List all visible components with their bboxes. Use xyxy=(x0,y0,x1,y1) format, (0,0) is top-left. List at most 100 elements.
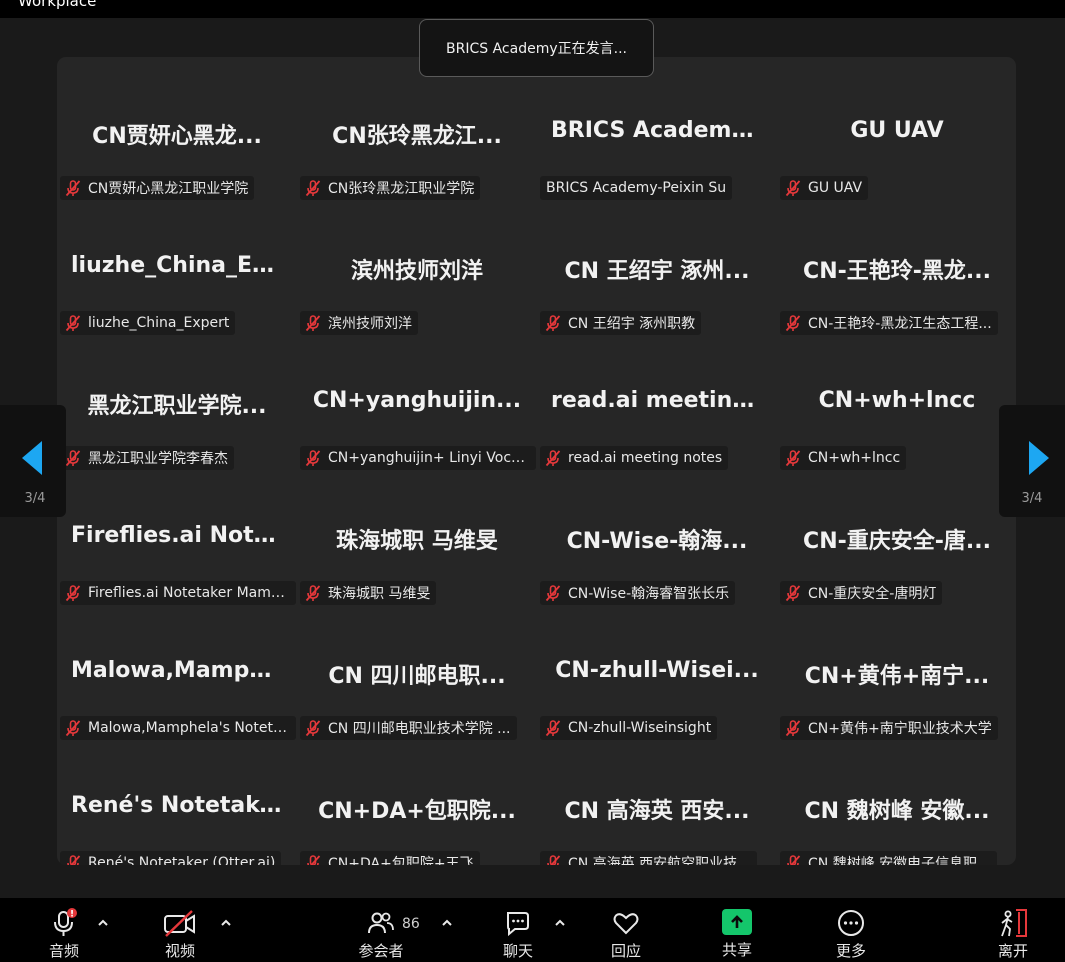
participant-tile[interactable]: 黑龙江职业学院... 黑龙江职业学院李春杰 xyxy=(57,338,297,473)
participant-tile[interactable]: CN 高海英 西安... CN 高海英 西安航空职业技... xyxy=(537,743,777,865)
participant-name: CN-重庆安全-唐明灯 xyxy=(808,586,937,602)
participant-tile[interactable]: Fireflies.ai Note... Fireflies.ai Notetak… xyxy=(57,473,297,608)
video-options-caret-icon[interactable] xyxy=(219,916,233,930)
participant-tile[interactable]: 滨州技师刘洋 滨州技师刘洋 xyxy=(297,203,537,338)
participant-tile[interactable]: read.ai meeting... read.ai meeting notes xyxy=(537,338,777,473)
mic-muted-icon xyxy=(65,450,81,467)
share-up-icon xyxy=(722,909,752,935)
mic-muted-icon xyxy=(545,315,561,332)
participant-tile[interactable]: GU UAV GU UAV xyxy=(777,68,1016,203)
participant-display-name: CN+yanghuijin... xyxy=(312,388,522,413)
next-page-button[interactable]: 3/4 xyxy=(999,405,1065,517)
more-button[interactable]: 更多 xyxy=(821,908,881,961)
participant-name: Malowa,Mamphela's Noteta... xyxy=(88,720,290,736)
participant-tile[interactable]: CN-重庆安全-唐... CN-重庆安全-唐明灯 xyxy=(777,473,1016,608)
participant-count: 86 xyxy=(402,916,420,932)
mic-muted-icon: ! xyxy=(54,908,77,936)
participant-name-tag: Fireflies.ai Notetaker Mamp... xyxy=(60,581,296,605)
participant-tile[interactable]: Malowa,Mamph... Malowa,Mamphela's Noteta.… xyxy=(57,608,297,743)
participant-name-tag: CN-zhull-Wiseinsight xyxy=(540,716,718,740)
participant-name-tag: CN 魏树峰 安徽电子信息职... xyxy=(780,851,997,865)
participant-display-name: CN+wh+lncc xyxy=(818,388,976,413)
mic-muted-icon xyxy=(65,585,81,602)
mic-muted-icon xyxy=(305,450,321,467)
participant-tile[interactable]: CN张玲黑龙江... CN张玲黑龙江职业学院 xyxy=(297,68,537,203)
mic-muted-icon xyxy=(305,585,321,602)
leave-label: 离开 xyxy=(997,942,1028,960)
participant-display-name: BRICS Academy... xyxy=(551,118,769,143)
participant-tile[interactable]: CN贾妍心黑龙... CN贾妍心黑龙江职业学院 xyxy=(57,68,297,203)
reactions-button[interactable]: 回应 xyxy=(596,908,656,961)
participant-display-name: CN张玲黑龙江... xyxy=(332,124,502,149)
mic-muted-icon xyxy=(785,450,801,467)
participant-name: 珠海城职 马维旻 xyxy=(328,586,431,602)
participant-tile[interactable]: CN+黄伟+南宁... CN+黄伟+南宁职业技术大学 xyxy=(777,608,1016,743)
participant-display-name: 黑龙江职业学院... xyxy=(87,394,267,419)
participant-name: CN-Wise-翰海睿智张长乐 xyxy=(568,586,730,602)
participant-display-name: Malowa,Mamph... xyxy=(71,658,291,683)
participant-name-tag: CN张玲黑龙江职业学院 xyxy=(300,176,481,200)
participant-display-name: René's Notetake... xyxy=(71,793,297,818)
participant-tile[interactable]: René's Notetake... René's Notetaker (Otte… xyxy=(57,743,297,865)
participant-name: CN+黄伟+南宁职业技术大学 xyxy=(808,721,992,737)
participant-display-name: CN 魏树峰 安徽... xyxy=(804,799,990,824)
participant-tile[interactable]: CN-王艳玲-黑龙... CN-王艳玲-黑龙江生态工程... xyxy=(777,203,1016,338)
participant-tile[interactable]: liuzhe_China_Ex... liuzhe_China_Expert xyxy=(57,203,297,338)
mic-muted-icon xyxy=(787,855,801,865)
participant-display-name: CN+黄伟+南宁... xyxy=(804,664,990,689)
participant-display-name: Fireflies.ai Note... xyxy=(71,523,294,548)
participant-display-name: CN-zhull-Wisei... xyxy=(555,658,759,683)
participant-name-tag: CN 王绍宇 涿州职教 xyxy=(540,311,702,335)
participant-tile[interactable]: BRICS Academy... BRICS Academy-Peixin Su xyxy=(537,68,777,203)
participant-name: CN 高海英 西安航空职业技... xyxy=(568,856,751,865)
participant-name: CN贾妍心黑龙江职业学院 xyxy=(88,181,249,197)
video-label: 视频 xyxy=(164,942,195,960)
audio-button[interactable]: ! 音频 xyxy=(34,908,94,961)
mic-muted-icon xyxy=(545,720,561,737)
participant-display-name: GU UAV xyxy=(850,118,944,143)
audio-options-caret-icon[interactable] xyxy=(96,916,110,930)
prev-page-button[interactable]: 3/4 xyxy=(0,405,66,517)
participant-name: 滨州技师刘洋 xyxy=(328,316,412,332)
participant-display-name: CN-王艳玲-黑龙... xyxy=(803,259,991,284)
mic-muted-icon xyxy=(305,720,321,737)
participant-name-tag: 黑龙江职业学院李春杰 xyxy=(60,446,234,470)
participant-name: CN 四川邮电职业技术学院 ... xyxy=(328,721,511,737)
video-button[interactable]: 视频 xyxy=(150,908,210,961)
participant-name-tag: liuzhe_China_Expert xyxy=(60,311,236,335)
participant-tile[interactable]: CN-Wise-翰海... CN-Wise-翰海睿智张长乐 xyxy=(537,473,777,608)
participant-display-name: 滨州技师刘洋 xyxy=(350,259,483,284)
chat-button[interactable]: 聊天 xyxy=(488,908,548,961)
participant-display-name: CN贾妍心黑龙... xyxy=(92,124,262,149)
participant-tile[interactable]: CN-zhull-Wisei... CN-zhull-Wiseinsight xyxy=(537,608,777,743)
participant-name: liuzhe_China_Expert xyxy=(88,315,230,331)
participant-name-tag: CN-重庆安全-唐明灯 xyxy=(780,581,943,605)
participants-options-caret-icon[interactable] xyxy=(440,916,454,930)
participant-name: BRICS Academy-Peixin Su xyxy=(546,180,727,196)
participant-tile[interactable]: CN 王绍宇 涿州... CN 王绍宇 涿州职教 xyxy=(537,203,777,338)
participant-display-name: CN 王绍宇 涿州... xyxy=(564,259,750,284)
participant-tile[interactable]: CN 四川邮电职... CN 四川邮电职业技术学院 ... xyxy=(297,608,537,743)
page-indicator-right: 3/4 xyxy=(1021,491,1043,506)
leave-button[interactable]: 离开 xyxy=(983,908,1043,961)
chevron-right-icon xyxy=(1029,441,1049,475)
participant-name-tag: CN+黄伟+南宁职业技术大学 xyxy=(780,716,998,740)
chat-options-caret-icon[interactable] xyxy=(553,916,567,930)
participant-name: CN+DA+包职院+王飞 xyxy=(328,856,474,865)
participant-tile[interactable]: CN+yanghuijin... CN+yanghuijin+ Linyi Voc… xyxy=(297,338,537,473)
mic-muted-icon xyxy=(307,855,321,865)
participant-tile[interactable]: 珠海城职 马维旻 珠海城职 马维旻 xyxy=(297,473,537,608)
participant-tile[interactable]: CN+DA+包职院... CN+DA+包职院+王飞 xyxy=(297,743,537,865)
participant-name: CN+yanghuijin+ Linyi Vocat... xyxy=(328,450,530,466)
mic-muted-icon xyxy=(785,180,801,197)
participant-tile[interactable]: CN+wh+lncc CN+wh+lncc xyxy=(777,338,1016,473)
participant-tile[interactable]: CN 魏树峰 安徽... CN 魏树峰 安徽电子信息职... xyxy=(777,743,1016,865)
video-gallery: CN贾妍心黑龙... CN贾妍心黑龙江职业学院 CN张玲黑龙江... CN张玲黑龙江职… xyxy=(57,57,1016,865)
share-button[interactable]: 共享 xyxy=(707,908,767,960)
camera-off-icon xyxy=(164,910,195,937)
participant-name-tag: CN 高海英 西安航空职业技... xyxy=(540,851,757,865)
participant-name-tag: 滨州技师刘洋 xyxy=(300,311,418,335)
participant-name-tag: CN-Wise-翰海睿智张长乐 xyxy=(540,581,736,605)
reactions-label: 回应 xyxy=(610,942,641,960)
participant-name: 黑龙江职业学院李春杰 xyxy=(88,451,228,467)
